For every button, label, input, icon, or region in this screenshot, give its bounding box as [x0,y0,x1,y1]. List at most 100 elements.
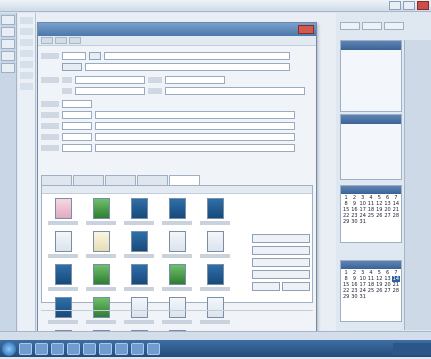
calendar-day[interactable]: 25 [367,288,375,294]
calendar-day[interactable]: 27 [383,213,391,219]
image-thumbnail[interactable] [160,198,194,227]
taskbar-item[interactable] [19,342,32,355]
toolbar-button[interactable] [41,37,53,44]
image-thumbnail[interactable] [84,231,118,260]
left-nav-tab[interactable] [1,39,15,49]
calendar-day[interactable]: 26 [375,213,383,219]
taskbar-item[interactable] [147,342,160,355]
list-item[interactable] [20,72,33,79]
tab[interactable] [137,175,168,185]
taskbar-item[interactable] [83,342,96,355]
notes-field[interactable] [95,132,295,141]
calendar-day[interactable]: 30 [350,294,358,300]
postal-field[interactable] [62,51,86,60]
calendar-day[interactable]: 29 [342,294,350,300]
notes-field[interactable] [95,121,295,130]
tab-images[interactable] [169,175,200,185]
image-thumbnail[interactable] [122,198,156,227]
form-row-notes-3 [41,132,295,141]
email-field[interactable] [165,86,305,95]
postal-lookup-button[interactable] [89,51,101,60]
image-thumbnail[interactable] [198,264,232,293]
dialog-close-button[interactable] [298,25,314,34]
image-thumbnail[interactable] [198,198,232,227]
taskbar-item[interactable] [115,342,128,355]
notes-code-field[interactable] [62,143,92,152]
image-thumbnail[interactable] [46,264,80,293]
toolbar-button[interactable] [340,22,360,30]
image-thumbnail[interactable] [46,198,80,227]
thumbnail-image [206,264,224,285]
calendar-day[interactable]: 26 [375,288,383,294]
list-item[interactable] [20,39,33,46]
calendar-day[interactable]: 31 [359,294,367,300]
taskbar-item[interactable] [99,342,112,355]
calendar-day[interactable]: 27 [383,288,391,294]
tab[interactable] [105,175,136,185]
taskbar-item[interactable] [35,342,48,355]
calendar-grid: 1 2 3 4 5 6 7 8 9 10 11 12 13 14 15 16 17 18 19 20 21 22 23 24 2… [341,194,401,226]
image-thumbnail[interactable] [84,198,118,227]
left-nav-tab[interactable] [1,63,15,73]
image-action-button[interactable] [252,270,310,279]
thumbnail-caption [162,287,192,291]
list-item[interactable] [20,83,33,90]
taskbar-item[interactable] [51,342,64,355]
toolbar-button[interactable] [362,22,382,30]
main-window-titlebar [0,0,431,12]
calendar-day[interactable]: 28 [392,213,400,219]
address-button[interactable] [62,62,82,71]
notes-field[interactable] [95,110,295,119]
image-nav-button[interactable] [282,282,310,291]
taskbar-item[interactable] [67,342,80,355]
maximize-button[interactable] [403,1,415,10]
left-nav-tab[interactable] [1,27,15,37]
mobile-field[interactable] [165,75,225,84]
desktop: 1 2 3 4 5 6 7 8 9 10 11 12 13 14 15 16 17 18 19 20 21 22 23 24 2… [0,0,431,357]
image-action-button[interactable] [252,258,310,267]
image-thumbnail[interactable] [122,264,156,293]
image-thumbnail[interactable] [198,231,232,260]
tab[interactable] [41,175,72,185]
calendar-day[interactable]: 28 [392,288,400,294]
left-nav-tab[interactable] [1,15,15,25]
list-item[interactable] [20,50,33,57]
left-nav-tab[interactable] [1,51,15,61]
close-button[interactable] [417,1,429,10]
toolbar-button[interactable] [69,37,81,44]
calendar-day[interactable]: 25 [367,213,375,219]
notes-code-field[interactable] [62,121,92,130]
image-thumbnail[interactable] [122,231,156,260]
notes-field[interactable] [95,143,295,152]
notes-code-field[interactable] [62,132,92,141]
list-item[interactable] [20,28,33,35]
list-item[interactable] [20,61,33,68]
image-nav-button[interactable] [252,282,280,291]
image-thumbnail[interactable] [160,264,194,293]
form-row-status [41,99,92,108]
thumbnail-image [130,198,148,219]
image-action-button[interactable] [252,246,310,255]
phone-field[interactable] [75,75,145,84]
start-button[interactable] [2,341,16,356]
image-action-button[interactable] [252,234,310,243]
image-thumbnail[interactable] [84,264,118,293]
calendar-grid: 1 2 3 4 5 6 7 8 9 10 11 12 13 14 15 16 17 18 19 20 21 22 23 24 2… [341,269,401,301]
taskbar-item[interactable] [131,342,144,355]
toolbar-button[interactable] [384,22,404,30]
calendar-day[interactable]: 29 [342,219,350,225]
toolbar-button[interactable] [55,37,67,44]
status-field[interactable] [62,99,92,108]
address-field[interactable] [104,51,290,60]
minimize-button[interactable] [389,1,401,10]
notes-code-field[interactable] [62,110,92,119]
thumbnail-caption [86,221,116,225]
address-line-2-field[interactable] [85,62,290,71]
list-item[interactable] [20,17,33,24]
fax-field[interactable] [75,86,145,95]
image-thumbnail[interactable] [46,231,80,260]
image-thumbnail[interactable] [160,231,194,260]
tab[interactable] [73,175,104,185]
calendar-day[interactable]: 31 [359,219,367,225]
calendar-day[interactable]: 30 [350,219,358,225]
